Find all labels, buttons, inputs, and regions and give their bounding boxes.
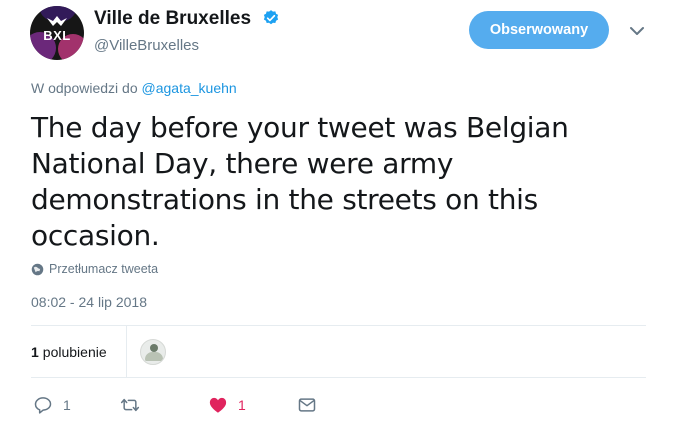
translate-label: Przetłumacz tweeta bbox=[49, 262, 159, 276]
divider bbox=[31, 377, 646, 378]
reply-count: 1 bbox=[63, 397, 71, 413]
tweet-text: The day before your tweet was Belgian Na… bbox=[31, 111, 569, 252]
like-count: 1 bbox=[238, 397, 246, 413]
divider bbox=[126, 325, 127, 377]
retweet-icon bbox=[120, 398, 140, 412]
verified-icon bbox=[263, 10, 279, 25]
handle[interactable]: @VilleBruxelles bbox=[94, 37, 199, 54]
heart-icon bbox=[209, 397, 227, 413]
display-name[interactable]: Ville de Bruxelles bbox=[94, 8, 251, 30]
envelope-icon bbox=[298, 398, 316, 412]
chevron-down-icon[interactable] bbox=[629, 25, 645, 37]
reply-button[interactable]: 1 bbox=[33, 393, 71, 417]
following-button[interactable]: Obserwowany bbox=[469, 11, 609, 49]
likes-number: 1 bbox=[31, 344, 39, 360]
reply-prefix: W odpowiedzi do bbox=[31, 80, 138, 96]
globe-icon bbox=[31, 263, 44, 275]
likes-stat[interactable]: 1 polubienie bbox=[31, 344, 107, 360]
logo-bird-icon bbox=[47, 16, 67, 26]
reply-mention-link[interactable]: @agata_kuehn bbox=[142, 80, 237, 96]
reply-context: W odpowiedzi do @agata_kuehn bbox=[31, 80, 237, 96]
reply-icon bbox=[34, 397, 52, 414]
likes-label: polubienie bbox=[42, 344, 107, 360]
liker-avatar[interactable] bbox=[140, 339, 166, 365]
avatar-logo-text: BXL bbox=[43, 28, 71, 43]
divider bbox=[31, 325, 646, 326]
retweet-button[interactable] bbox=[120, 393, 150, 417]
avatar[interactable]: BXL bbox=[30, 6, 84, 60]
like-button[interactable]: 1 bbox=[208, 393, 246, 417]
timestamp[interactable]: 08:02 - 24 lip 2018 bbox=[31, 294, 147, 310]
direct-message-button[interactable] bbox=[297, 393, 317, 417]
translate-link[interactable]: Przetłumacz tweeta bbox=[31, 262, 158, 276]
tweet-card: BXL Ville de Bruxelles @VilleBruxelles O… bbox=[0, 0, 676, 430]
action-bar: 1 1 bbox=[0, 393, 676, 419]
